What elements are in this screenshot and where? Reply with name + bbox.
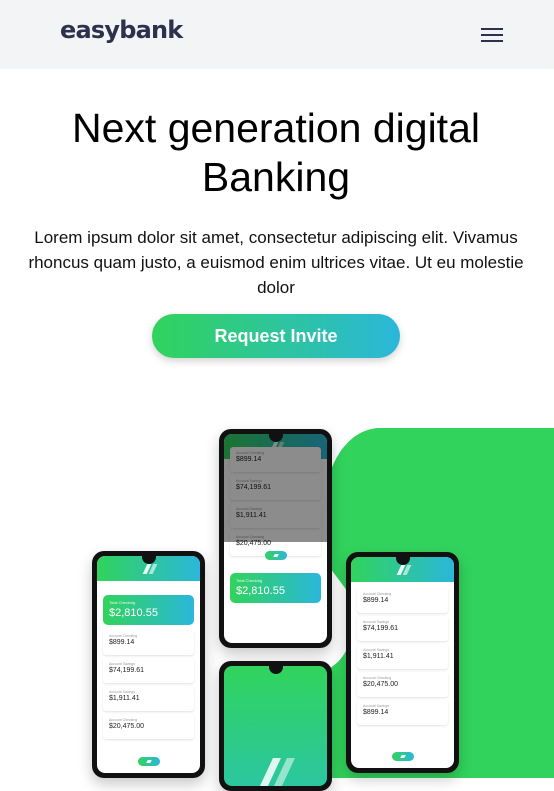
account-label: Account Savings bbox=[109, 662, 136, 666]
account-card: Account Savings $74,199.61 bbox=[103, 658, 194, 683]
send-money-button bbox=[137, 757, 160, 766]
account-card: Account Savings $899.14 bbox=[357, 700, 448, 725]
menu-line bbox=[481, 40, 503, 42]
account-card: Account Checking $899.14 bbox=[357, 588, 448, 613]
balance-value: $2,810.55 bbox=[236, 585, 285, 597]
plane-icon bbox=[145, 760, 152, 763]
account-label: Account Checking bbox=[363, 676, 392, 680]
account-card: Account Checking $899.14 bbox=[103, 630, 194, 655]
screen-dim-overlay bbox=[224, 434, 327, 542]
plane-icon bbox=[399, 755, 406, 758]
hamburger-menu-icon[interactable] bbox=[481, 28, 503, 44]
account-value: $899.14 bbox=[109, 639, 135, 646]
plane-icon bbox=[272, 554, 279, 557]
hero-description: Lorem ipsum dolor sit amet, consectetur … bbox=[28, 228, 524, 297]
account-label: Account Checking bbox=[109, 718, 138, 722]
phone-screen: Account Checking $899.14 Account Savings $… bbox=[351, 557, 454, 768]
phone-mockup-center-bottom bbox=[219, 661, 332, 791]
account-value: $20,475.00 bbox=[109, 723, 145, 730]
phone-mockup-right: Account Checking $899.14 Account Savings $… bbox=[346, 552, 459, 773]
account-value: $1,911.41 bbox=[109, 695, 140, 702]
send-money-button bbox=[391, 752, 414, 761]
account-card: Account Savings $74,199.61 bbox=[357, 616, 448, 641]
account-value: $899.14 bbox=[363, 709, 389, 716]
phone-screen: Account Checking $899.14 Account Savings $… bbox=[224, 434, 327, 643]
request-invite-button[interactable]: Request Invite bbox=[152, 314, 400, 358]
menu-line bbox=[481, 28, 503, 30]
account-value: $20,475.00 bbox=[363, 681, 399, 688]
account-card: Account Savings $1,911.41 bbox=[357, 644, 448, 669]
menu-line bbox=[481, 34, 503, 36]
account-label: Account Savings bbox=[363, 648, 390, 652]
account-value: $74,199.61 bbox=[109, 667, 145, 674]
account-label: Account Savings bbox=[363, 704, 390, 708]
site-header: easybank bbox=[0, 0, 554, 69]
account-label: Account Savings bbox=[363, 620, 390, 624]
balance-label: Total Checking bbox=[236, 578, 263, 583]
account-label: Account Checking bbox=[363, 592, 392, 596]
account-label: Account Checking bbox=[109, 634, 138, 638]
phone-screen: Total Checking $2,810.55 Account Checkin… bbox=[97, 556, 200, 773]
account-card: Account Checking $20,475.00 bbox=[357, 672, 448, 697]
account-value: $1,911.41 bbox=[363, 653, 394, 660]
account-card: Account Checking $20,475.00 bbox=[103, 714, 194, 739]
phone-mockup-center-top: Account Checking $899.14 Account Savings $… bbox=[219, 429, 332, 648]
hero-title: Next generation digital Banking bbox=[72, 105, 480, 200]
phone-screen bbox=[224, 666, 327, 786]
account-card: Account Savings $1,911.41 bbox=[103, 686, 194, 711]
account-value: $74,199.61 bbox=[363, 625, 399, 632]
balance-label: Total Checking bbox=[109, 600, 136, 605]
account-label: Account Savings bbox=[109, 690, 136, 694]
balance-value: $2,810.55 bbox=[109, 607, 158, 619]
balance-card: Total Checking $2,810.55 bbox=[230, 573, 321, 603]
account-value: $899.14 bbox=[363, 597, 389, 604]
brand-logo[interactable]: easybank bbox=[60, 16, 183, 44]
balance-card: Total Checking $2,810.55 bbox=[103, 595, 194, 625]
phone-mockup-left: Total Checking $2,810.55 Account Checkin… bbox=[92, 551, 205, 778]
send-money-button bbox=[264, 551, 287, 560]
